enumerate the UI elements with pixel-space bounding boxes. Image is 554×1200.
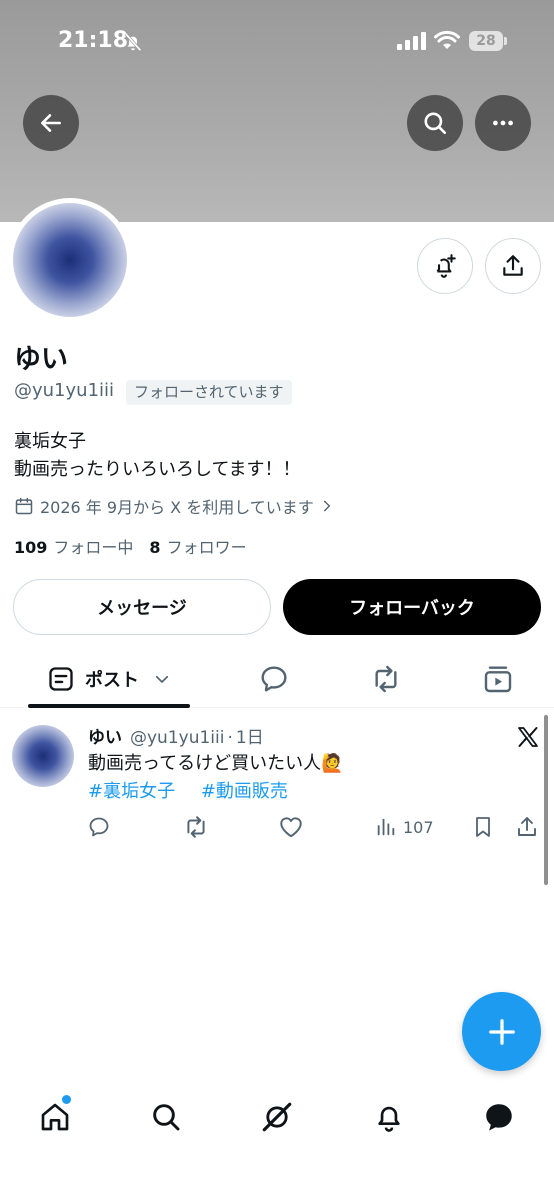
tab-reposts[interactable] xyxy=(358,650,414,708)
battery-indicator: 28 xyxy=(469,31,507,51)
nav-notifications[interactable] xyxy=(371,1099,407,1135)
tab-posts-label: ポスト xyxy=(85,670,139,691)
nav-home[interactable] xyxy=(37,1099,73,1135)
share-profile-button[interactable] xyxy=(485,238,541,294)
calendar-icon xyxy=(15,497,33,515)
post-header: ゆい @yu1yu1iii · 1日 xyxy=(88,723,264,748)
hashtag-link[interactable]: #裏垢女子 xyxy=(88,781,175,802)
search-button[interactable] xyxy=(407,95,463,151)
chevron-right-icon xyxy=(323,500,330,512)
following-count[interactable]: 109 xyxy=(14,538,47,557)
bell-mute-icon xyxy=(124,32,142,52)
nav-grok[interactable] xyxy=(259,1099,295,1135)
avatar-image xyxy=(13,203,127,317)
nav-explore[interactable] xyxy=(148,1099,184,1135)
bio-line: 裏垢女子 xyxy=(14,431,86,452)
active-tab-indicator xyxy=(28,704,190,708)
like-button[interactable] xyxy=(278,813,304,841)
follow-stats: 109 フォロー中 8 フォロワー xyxy=(14,534,263,558)
bio-line: 動画売ったりいろいろしてます！！ xyxy=(14,459,301,480)
messages-icon xyxy=(486,1104,512,1131)
post-text: 動画売ってるけど買いたい人🙋 xyxy=(88,753,344,774)
bookmark-button[interactable] xyxy=(471,813,495,841)
battery-cap xyxy=(504,37,507,45)
unread-dot xyxy=(62,1095,71,1104)
tab-posts[interactable]: ポスト xyxy=(28,650,190,708)
profile-avatar[interactable] xyxy=(8,198,132,322)
compose-post-button[interactable] xyxy=(462,992,541,1071)
repost-icon xyxy=(375,665,397,693)
post-separator: · xyxy=(227,728,233,748)
message-button[interactable]: メッセージ xyxy=(13,579,271,635)
profile-handle: @yu1yu1iii xyxy=(14,380,115,401)
bookmark-icon xyxy=(476,817,490,837)
search-icon xyxy=(424,112,447,135)
nav-messages[interactable] xyxy=(481,1099,517,1135)
chevron-down-icon xyxy=(155,675,169,683)
views-icon xyxy=(377,818,395,836)
joined-date-row[interactable]: 2026 年 9月から X を利用しています xyxy=(14,494,334,518)
media-icon xyxy=(484,666,512,693)
share-icon xyxy=(518,817,536,836)
notifications-toggle-button[interactable] xyxy=(417,238,473,294)
post-tab-icon xyxy=(49,667,73,691)
profile-tabs: ポスト xyxy=(0,650,554,708)
cellular-signal-icon xyxy=(397,32,426,50)
back-arrow-icon xyxy=(41,114,61,132)
views-button[interactable]: 107 xyxy=(375,813,434,841)
follows-you-badge: フォローされています xyxy=(126,380,292,405)
followers-count[interactable]: 8 xyxy=(149,538,160,557)
grok-icon xyxy=(262,1102,292,1132)
more-icon xyxy=(493,120,513,126)
reply-icon xyxy=(89,817,109,837)
share-post-button[interactable] xyxy=(515,813,539,841)
repost-button[interactable] xyxy=(183,813,209,841)
search-icon xyxy=(153,1104,180,1131)
hashtag-link[interactable]: #動画販売 xyxy=(201,781,288,802)
wifi-icon xyxy=(434,30,460,49)
scrollbar[interactable] xyxy=(544,715,548,885)
post-timestamp: 1日 xyxy=(235,728,264,748)
views-count: 107 xyxy=(403,817,434,837)
post-item[interactable]: ゆい @yu1yu1iii · 1日 動画売ってるけど買いたい人🙋 #裏垢女子 … xyxy=(0,709,554,859)
plus-icon xyxy=(488,1018,515,1045)
follow-back-button[interactable]: フォローバック xyxy=(283,579,541,635)
like-icon xyxy=(280,817,302,838)
bell-icon xyxy=(378,1106,400,1132)
post-author-handle[interactable]: @yu1yu1iii xyxy=(130,728,224,748)
tab-media[interactable] xyxy=(470,650,526,708)
bottom-navigation xyxy=(0,1085,554,1149)
post-avatar[interactable] xyxy=(12,725,74,787)
home-icon xyxy=(41,1103,69,1131)
reply-icon xyxy=(261,666,287,692)
reply-button[interactable] xyxy=(87,813,111,841)
status-bar: 21:18 28 xyxy=(0,0,554,84)
share-icon xyxy=(503,255,523,276)
profile-bio: 裏垢女子 動画売ったりいろいろしてます！！ xyxy=(14,428,301,484)
tab-replies[interactable] xyxy=(246,650,302,708)
bell-plus-icon xyxy=(436,254,456,278)
more-button[interactable] xyxy=(475,95,531,151)
x-logo-icon xyxy=(518,727,538,747)
post-hashtags: #裏垢女子 #動画販売 xyxy=(88,779,308,805)
back-button[interactable] xyxy=(23,95,79,151)
joined-date: 2026 年 9月から X を利用しています xyxy=(40,498,314,517)
display-name: ゆい xyxy=(14,344,68,375)
post-author-name[interactable]: ゆい xyxy=(88,723,122,748)
battery-level: 28 xyxy=(476,33,496,49)
post-action-bar: 107 xyxy=(0,813,554,841)
repost-icon xyxy=(187,816,205,838)
followers-label[interactable]: フォロワー xyxy=(167,534,247,558)
following-label[interactable]: フォロー中 xyxy=(53,534,133,558)
status-time: 21:18 xyxy=(58,28,129,53)
